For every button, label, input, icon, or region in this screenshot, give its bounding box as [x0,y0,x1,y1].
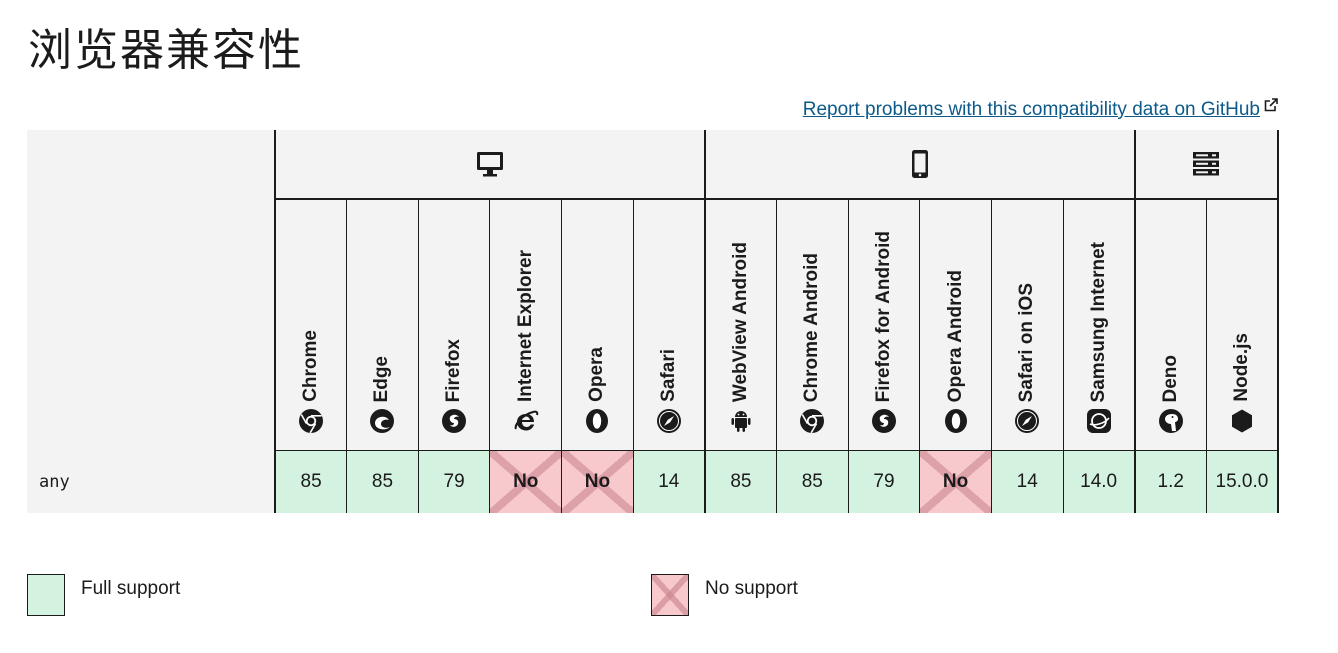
browser-header-webview-android: WebView Android [704,199,777,451]
support-cell-opera[interactable]: No [561,450,634,513]
compatibility-table: Chrome Edge Firefox Internet Explorer Opera S… [27,130,1280,513]
android-icon [728,408,754,434]
browser-name: Safari on iOS [1016,282,1038,402]
support-value: 15.0.0 [1215,471,1269,492]
support-value: 85 [801,471,823,492]
browser-header-opera: Opera [561,199,634,451]
browser-header-opera-android: Opera Android [919,199,992,451]
support-value: No [584,471,611,492]
nodejs-icon [1229,408,1255,434]
browser-header-internet-explorer: Internet Explorer [489,199,563,451]
firefox-icon [871,408,897,434]
browser-header-firefox: Firefox [418,199,491,451]
support-value: 14 [1016,471,1038,492]
browser-name: Internet Explorer [514,249,536,402]
full-support-swatch [27,574,65,616]
browser-header-deno: Deno [1134,199,1207,451]
platform-desktop [275,130,706,200]
deno-icon [1158,408,1184,434]
support-cell-firefox[interactable]: 79 [418,450,491,513]
support-cell-chrome[interactable]: 85 [275,450,348,513]
browser-header-safari-on-ios: Safari on iOS [991,199,1064,451]
browser-header-chrome-android: Chrome Android [776,199,849,451]
support-value: 85 [371,471,394,492]
browser-name: Chrome Android [801,252,823,402]
browser-name: Edge [371,355,393,402]
full-support-label: Full support [81,578,181,599]
support-cell-safari-on-ios[interactable]: 14 [991,450,1064,513]
browser-name: Safari [657,349,679,402]
safari-icon [656,408,682,434]
platform-mobile [704,130,1136,200]
browser-header-edge: Edge [346,199,419,451]
external-link-icon [1264,96,1278,118]
support-value: 79 [443,471,465,492]
chrome-icon [799,408,825,434]
support-cell-firefox-for-android[interactable]: 79 [848,450,921,513]
support-value: 1.2 [1157,471,1184,492]
browser-name: Deno [1159,354,1181,403]
browser-name: Firefox [443,338,465,402]
support-value: No [513,471,539,492]
feature-name: any [27,450,276,513]
support-cell-edge[interactable]: 85 [346,450,419,513]
support-value: 14.0 [1080,471,1118,492]
legend-full-support: Full support [27,574,180,616]
internet-explorer-icon [513,408,539,434]
browser-name: Opera [586,347,608,402]
support-cell-opera-android[interactable]: No [919,450,992,513]
support-cell-chrome-android[interactable]: 85 [776,450,849,513]
table-corner [27,130,276,451]
page-title: 浏览器兼容性 [28,25,304,76]
platform-server [1134,130,1280,200]
browser-name: Opera Android [944,269,966,402]
opera-icon [584,408,610,434]
browser-name: Node.js [1230,333,1252,402]
edge-icon [369,408,395,434]
support-value: 85 [300,471,322,492]
browser-name: Firefox for Android [872,230,894,402]
no-support-label: No support [705,578,798,599]
browser-header-node-js: Node.js [1206,199,1279,451]
desktop-icon [276,151,704,177]
support-value: 79 [873,471,895,492]
table-row: any 85 85 79 No No 14 85 85 79 No 14 14.0 1.2 15.0.0 [27,450,1279,513]
support-cell-deno[interactable]: 1.2 [1134,450,1207,513]
browser-name: Samsung Internet [1087,241,1109,402]
support-cell-internet-explorer[interactable]: No [489,450,563,513]
samsung-internet-icon [1086,408,1112,434]
legend-no-support: No support [651,574,798,616]
browser-header-safari: Safari [633,199,706,451]
chrome-icon [298,408,324,434]
server-icon [1136,151,1277,177]
mobile-icon [706,149,1134,179]
no-support-swatch [651,574,689,616]
support-cell-webview-android[interactable]: 85 [704,450,777,513]
browser-header-firefox-for-android: Firefox for Android [848,199,921,451]
platform-row [27,130,1280,451]
opera-icon [943,408,969,434]
report-problems-link[interactable]: Report problems with this compatibility … [803,96,1278,121]
support-cell-samsung-internet[interactable]: 14.0 [1063,450,1136,513]
support-value: 14 [658,471,680,492]
support-value: 85 [730,471,752,492]
firefox-icon [441,408,467,434]
browser-name: Chrome [300,330,322,402]
browser-name: WebView Android [729,241,751,402]
support-cell-safari[interactable]: 14 [633,450,706,513]
browser-header-samsung-internet: Samsung Internet [1063,199,1136,451]
support-cell-node-js[interactable]: 15.0.0 [1206,450,1279,513]
safari-icon [1014,408,1040,434]
support-value: No [942,471,969,492]
report-link-label: Report problems with this compatibility … [802,99,1260,120]
browser-header-chrome: Chrome [275,199,348,451]
